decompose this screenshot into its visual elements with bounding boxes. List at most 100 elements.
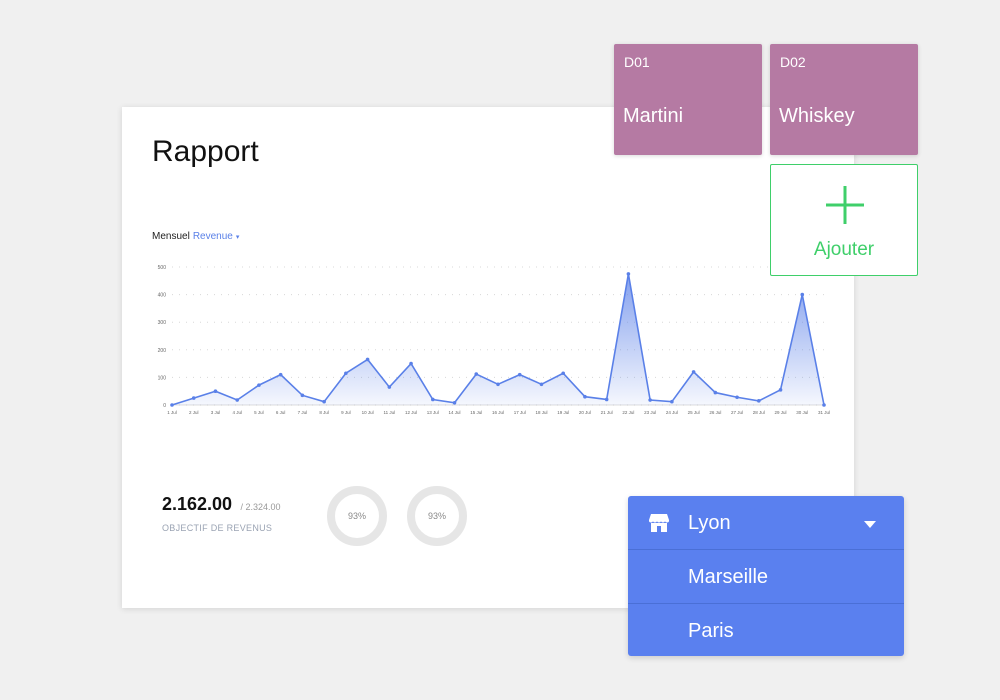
revenue-target: / 2.324.00 xyxy=(240,502,281,512)
data-point xyxy=(257,383,261,387)
x-tick-label: 26 Jul xyxy=(709,410,721,415)
data-point xyxy=(191,396,196,400)
drink-tile-martini[interactable]: D01 Martini xyxy=(614,44,762,155)
data-point xyxy=(496,382,500,387)
x-tick-label: 8 Jul xyxy=(319,410,329,415)
data-point xyxy=(604,397,609,402)
data-point xyxy=(778,388,783,392)
data-point xyxy=(474,372,479,376)
drink-tile-whiskey[interactable]: D02 Whiskey xyxy=(770,44,918,155)
y-tick-label: 300 xyxy=(158,320,167,326)
data-point xyxy=(235,398,239,402)
location-selected[interactable]: Lyon xyxy=(628,496,904,550)
x-tick-label: 21 Jul xyxy=(601,410,613,415)
x-tick-label: 18 Jul xyxy=(535,410,547,415)
x-tick-label: 13 Jul xyxy=(427,410,439,415)
metric-select[interactable]: Revenue xyxy=(193,231,233,242)
x-tick-label: 2 Jul xyxy=(189,410,199,415)
data-point xyxy=(344,371,348,376)
x-tick-label: 6 Jul xyxy=(276,410,286,415)
x-tick-label: 22 Jul xyxy=(622,410,634,415)
data-point xyxy=(278,372,283,377)
data-point xyxy=(648,398,652,402)
data-point xyxy=(800,292,805,297)
tile-name: Martini xyxy=(623,105,684,127)
revenue-chart: 0 100 200 300 400 500 1 Jul 2 Jul 3 Jul 4 Jul 5 Ju… xyxy=(158,265,830,415)
x-tick-label: 20 Jul xyxy=(579,410,591,415)
plus-icon xyxy=(826,186,864,224)
tile-code: D02 xyxy=(780,54,806,70)
y-tick-label: 0 xyxy=(163,403,166,409)
x-tick-label: 19 Jul xyxy=(557,410,569,415)
data-point xyxy=(431,397,435,402)
y-tick-label: 200 xyxy=(158,348,167,354)
x-tick-label: 27 Jul xyxy=(731,410,743,415)
x-tick-label: 30 Jul xyxy=(796,410,808,415)
x-tick-label: 17 Jul xyxy=(514,410,526,415)
y-tick-label: 400 xyxy=(158,293,167,299)
add-label: Ajouter xyxy=(813,239,875,260)
x-tick-label: 24 Jul xyxy=(666,410,678,415)
x-tick-label: 11 Jul xyxy=(383,410,395,415)
progress-ring-label: 93% xyxy=(347,511,366,521)
x-tick-label: 4 Jul xyxy=(232,410,242,415)
data-point xyxy=(691,370,696,374)
page-title: Rapport xyxy=(152,135,259,168)
chart-header: Mensuel Revenue ▾ xyxy=(152,231,239,242)
tile-code: D01 xyxy=(624,54,650,70)
data-point xyxy=(365,357,370,362)
location-dropdown[interactable]: Lyon Marseille Paris xyxy=(628,496,904,656)
progress-ring: 93% xyxy=(406,485,468,547)
data-point xyxy=(409,361,413,366)
progress-ring: 93% xyxy=(326,485,388,547)
x-tick-label: 31 Jul xyxy=(818,410,830,415)
location-selected-label: Lyon xyxy=(688,512,731,534)
location-option-label: Paris xyxy=(688,620,734,642)
data-point xyxy=(452,400,457,405)
progress-ring-label: 93% xyxy=(427,511,446,521)
data-point xyxy=(387,385,392,389)
data-point xyxy=(213,389,218,393)
revenue-goal-label: OBJECTIF DE REVENUS xyxy=(162,523,273,533)
x-tick-label: 3 Jul xyxy=(211,410,221,415)
caret-down-icon[interactable] xyxy=(864,521,876,528)
data-point xyxy=(822,403,826,407)
data-point xyxy=(713,390,718,395)
x-tick-label: 25 Jul xyxy=(688,410,700,415)
x-tick-label: 29 Jul xyxy=(775,410,787,415)
revenue-value: 2.162.00 xyxy=(162,494,233,514)
data-point xyxy=(583,394,587,399)
data-point xyxy=(517,372,522,377)
x-tick-label: 9 Jul xyxy=(341,410,351,415)
data-point xyxy=(561,371,565,376)
x-tick-label: 28 Jul xyxy=(753,410,765,415)
location-option-paris[interactable]: Paris xyxy=(628,604,904,656)
data-point xyxy=(757,399,761,403)
location-option-marseille[interactable]: Marseille xyxy=(628,550,904,604)
tile-name: Whiskey xyxy=(779,105,855,127)
store-icon xyxy=(649,514,669,532)
y-tick-label: 100 xyxy=(158,375,167,381)
revenue-summary: 2.162.00 / 2.324.00 OBJECTIF DE REVENUS xyxy=(162,494,281,533)
data-point xyxy=(670,399,674,404)
add-button[interactable]: Ajouter xyxy=(770,164,918,276)
y-tick-label: 500 xyxy=(158,265,167,271)
period-label: Mensuel xyxy=(152,231,190,242)
x-tick-label: 5 Jul xyxy=(254,410,264,415)
data-point xyxy=(322,399,326,404)
x-tick-label: 15 Jul xyxy=(470,410,482,415)
data-point xyxy=(300,393,305,398)
data-point xyxy=(539,382,544,387)
data-point xyxy=(735,395,739,400)
x-tick-label: 1 Jul xyxy=(167,410,177,415)
x-tick-label: 10 Jul xyxy=(362,410,374,415)
x-tick-label: 16 Jul xyxy=(492,410,504,415)
x-tick-label: 12 Jul xyxy=(405,410,417,415)
data-point xyxy=(626,272,631,276)
x-tick-label: 23 Jul xyxy=(644,410,656,415)
x-tick-label: 14 Jul xyxy=(449,410,461,415)
data-point xyxy=(170,403,174,407)
x-tick-label: 7 Jul xyxy=(298,410,308,415)
chevron-down-icon[interactable]: ▾ xyxy=(236,233,240,241)
location-option-label: Marseille xyxy=(688,566,769,588)
